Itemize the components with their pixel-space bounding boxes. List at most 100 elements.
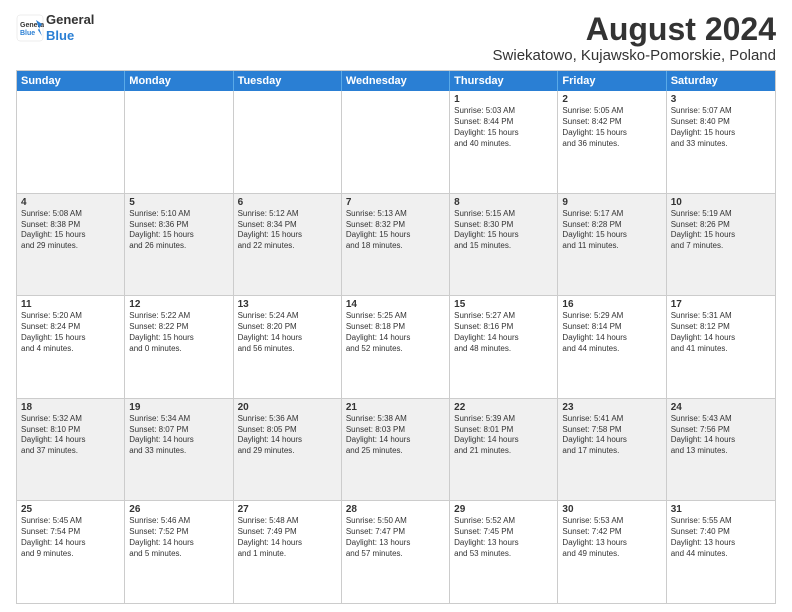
day-info: Sunrise: 5:10 AM Sunset: 8:36 PM Dayligh… bbox=[129, 209, 228, 252]
day-info: Sunrise: 5:55 AM Sunset: 7:40 PM Dayligh… bbox=[671, 516, 771, 559]
calendar-day-2: 2Sunrise: 5:05 AM Sunset: 8:42 PM Daylig… bbox=[558, 91, 666, 193]
day-info: Sunrise: 5:39 AM Sunset: 8:01 PM Dayligh… bbox=[454, 414, 553, 457]
page: General Blue General Blue August 2024 Sw… bbox=[0, 0, 792, 612]
day-info: Sunrise: 5:03 AM Sunset: 8:44 PM Dayligh… bbox=[454, 106, 553, 149]
day-number: 18 bbox=[21, 402, 120, 413]
title-block: August 2024 Swiekatowo, Kujawsko-Pomorsk… bbox=[493, 12, 776, 64]
day-info: Sunrise: 5:53 AM Sunset: 7:42 PM Dayligh… bbox=[562, 516, 661, 559]
calendar-day-empty bbox=[342, 91, 450, 193]
svg-text:Blue: Blue bbox=[20, 30, 35, 37]
day-info: Sunrise: 5:48 AM Sunset: 7:49 PM Dayligh… bbox=[238, 516, 337, 559]
day-info: Sunrise: 5:17 AM Sunset: 8:28 PM Dayligh… bbox=[562, 209, 661, 252]
weekday-header-tuesday: Tuesday bbox=[234, 71, 342, 91]
weekday-header-friday: Friday bbox=[558, 71, 666, 91]
day-info: Sunrise: 5:50 AM Sunset: 7:47 PM Dayligh… bbox=[346, 516, 445, 559]
calendar-row-2: 4Sunrise: 5:08 AM Sunset: 8:38 PM Daylig… bbox=[17, 194, 775, 297]
day-number: 9 bbox=[562, 197, 661, 208]
calendar-day-5: 5Sunrise: 5:10 AM Sunset: 8:36 PM Daylig… bbox=[125, 194, 233, 296]
header: General Blue General Blue August 2024 Sw… bbox=[16, 12, 776, 64]
day-info: Sunrise: 5:24 AM Sunset: 8:20 PM Dayligh… bbox=[238, 311, 337, 354]
day-number: 1 bbox=[454, 94, 553, 105]
calendar-day-3: 3Sunrise: 5:07 AM Sunset: 8:40 PM Daylig… bbox=[667, 91, 775, 193]
day-number: 25 bbox=[21, 504, 120, 515]
logo-icon: General Blue bbox=[16, 14, 44, 42]
day-number: 31 bbox=[671, 504, 771, 515]
calendar-day-24: 24Sunrise: 5:43 AM Sunset: 7:56 PM Dayli… bbox=[667, 399, 775, 501]
calendar-day-14: 14Sunrise: 5:25 AM Sunset: 8:18 PM Dayli… bbox=[342, 296, 450, 398]
day-number: 12 bbox=[129, 299, 228, 310]
day-info: Sunrise: 5:29 AM Sunset: 8:14 PM Dayligh… bbox=[562, 311, 661, 354]
day-info: Sunrise: 5:46 AM Sunset: 7:52 PM Dayligh… bbox=[129, 516, 228, 559]
day-number: 16 bbox=[562, 299, 661, 310]
calendar-day-15: 15Sunrise: 5:27 AM Sunset: 8:16 PM Dayli… bbox=[450, 296, 558, 398]
day-number: 4 bbox=[21, 197, 120, 208]
weekday-header-monday: Monday bbox=[125, 71, 233, 91]
calendar-day-22: 22Sunrise: 5:39 AM Sunset: 8:01 PM Dayli… bbox=[450, 399, 558, 501]
day-info: Sunrise: 5:25 AM Sunset: 8:18 PM Dayligh… bbox=[346, 311, 445, 354]
calendar-body: 1Sunrise: 5:03 AM Sunset: 8:44 PM Daylig… bbox=[17, 91, 775, 603]
calendar-day-16: 16Sunrise: 5:29 AM Sunset: 8:14 PM Dayli… bbox=[558, 296, 666, 398]
calendar-day-empty bbox=[234, 91, 342, 193]
calendar-day-empty bbox=[17, 91, 125, 193]
calendar-day-18: 18Sunrise: 5:32 AM Sunset: 8:10 PM Dayli… bbox=[17, 399, 125, 501]
day-info: Sunrise: 5:36 AM Sunset: 8:05 PM Dayligh… bbox=[238, 414, 337, 457]
day-number: 30 bbox=[562, 504, 661, 515]
weekday-header-saturday: Saturday bbox=[667, 71, 775, 91]
calendar-day-17: 17Sunrise: 5:31 AM Sunset: 8:12 PM Dayli… bbox=[667, 296, 775, 398]
logo: General Blue General Blue bbox=[16, 12, 94, 43]
day-info: Sunrise: 5:41 AM Sunset: 7:58 PM Dayligh… bbox=[562, 414, 661, 457]
day-number: 7 bbox=[346, 197, 445, 208]
day-number: 8 bbox=[454, 197, 553, 208]
calendar-day-10: 10Sunrise: 5:19 AM Sunset: 8:26 PM Dayli… bbox=[667, 194, 775, 296]
day-info: Sunrise: 5:13 AM Sunset: 8:32 PM Dayligh… bbox=[346, 209, 445, 252]
day-info: Sunrise: 5:45 AM Sunset: 7:54 PM Dayligh… bbox=[21, 516, 120, 559]
day-number: 13 bbox=[238, 299, 337, 310]
calendar-day-11: 11Sunrise: 5:20 AM Sunset: 8:24 PM Dayli… bbox=[17, 296, 125, 398]
weekday-header-sunday: Sunday bbox=[17, 71, 125, 91]
day-info: Sunrise: 5:12 AM Sunset: 8:34 PM Dayligh… bbox=[238, 209, 337, 252]
day-info: Sunrise: 5:52 AM Sunset: 7:45 PM Dayligh… bbox=[454, 516, 553, 559]
calendar-day-30: 30Sunrise: 5:53 AM Sunset: 7:42 PM Dayli… bbox=[558, 501, 666, 603]
calendar-day-26: 26Sunrise: 5:46 AM Sunset: 7:52 PM Dayli… bbox=[125, 501, 233, 603]
day-info: Sunrise: 5:43 AM Sunset: 7:56 PM Dayligh… bbox=[671, 414, 771, 457]
day-info: Sunrise: 5:34 AM Sunset: 8:07 PM Dayligh… bbox=[129, 414, 228, 457]
day-number: 6 bbox=[238, 197, 337, 208]
day-info: Sunrise: 5:27 AM Sunset: 8:16 PM Dayligh… bbox=[454, 311, 553, 354]
day-number: 15 bbox=[454, 299, 553, 310]
weekday-header-thursday: Thursday bbox=[450, 71, 558, 91]
calendar-day-6: 6Sunrise: 5:12 AM Sunset: 8:34 PM Daylig… bbox=[234, 194, 342, 296]
calendar-day-empty bbox=[125, 91, 233, 193]
day-number: 28 bbox=[346, 504, 445, 515]
day-number: 2 bbox=[562, 94, 661, 105]
day-number: 23 bbox=[562, 402, 661, 413]
calendar-day-7: 7Sunrise: 5:13 AM Sunset: 8:32 PM Daylig… bbox=[342, 194, 450, 296]
location-subtitle: Swiekatowo, Kujawsko-Pomorskie, Poland bbox=[493, 47, 776, 64]
day-number: 3 bbox=[671, 94, 771, 105]
day-info: Sunrise: 5:32 AM Sunset: 8:10 PM Dayligh… bbox=[21, 414, 120, 457]
day-number: 29 bbox=[454, 504, 553, 515]
logo-text-block: General Blue bbox=[46, 12, 94, 43]
day-number: 10 bbox=[671, 197, 771, 208]
calendar-row-4: 18Sunrise: 5:32 AM Sunset: 8:10 PM Dayli… bbox=[17, 399, 775, 502]
calendar-day-9: 9Sunrise: 5:17 AM Sunset: 8:28 PM Daylig… bbox=[558, 194, 666, 296]
day-number: 5 bbox=[129, 197, 228, 208]
day-info: Sunrise: 5:05 AM Sunset: 8:42 PM Dayligh… bbox=[562, 106, 661, 149]
day-number: 22 bbox=[454, 402, 553, 413]
day-number: 17 bbox=[671, 299, 771, 310]
calendar-row-3: 11Sunrise: 5:20 AM Sunset: 8:24 PM Dayli… bbox=[17, 296, 775, 399]
day-info: Sunrise: 5:07 AM Sunset: 8:40 PM Dayligh… bbox=[671, 106, 771, 149]
calendar-day-25: 25Sunrise: 5:45 AM Sunset: 7:54 PM Dayli… bbox=[17, 501, 125, 603]
logo-blue: Blue bbox=[46, 28, 94, 44]
calendar-day-28: 28Sunrise: 5:50 AM Sunset: 7:47 PM Dayli… bbox=[342, 501, 450, 603]
day-info: Sunrise: 5:22 AM Sunset: 8:22 PM Dayligh… bbox=[129, 311, 228, 354]
day-number: 11 bbox=[21, 299, 120, 310]
calendar: SundayMondayTuesdayWednesdayThursdayFrid… bbox=[16, 70, 776, 604]
month-year-title: August 2024 bbox=[493, 12, 776, 47]
day-number: 21 bbox=[346, 402, 445, 413]
calendar-day-23: 23Sunrise: 5:41 AM Sunset: 7:58 PM Dayli… bbox=[558, 399, 666, 501]
calendar-day-31: 31Sunrise: 5:55 AM Sunset: 7:40 PM Dayli… bbox=[667, 501, 775, 603]
day-info: Sunrise: 5:15 AM Sunset: 8:30 PM Dayligh… bbox=[454, 209, 553, 252]
day-info: Sunrise: 5:19 AM Sunset: 8:26 PM Dayligh… bbox=[671, 209, 771, 252]
calendar-day-21: 21Sunrise: 5:38 AM Sunset: 8:03 PM Dayli… bbox=[342, 399, 450, 501]
calendar-day-19: 19Sunrise: 5:34 AM Sunset: 8:07 PM Dayli… bbox=[125, 399, 233, 501]
